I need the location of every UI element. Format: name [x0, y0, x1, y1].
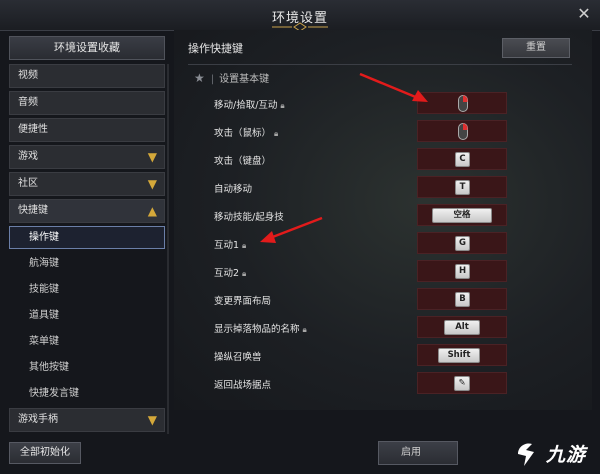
sidebar: 环境设置收藏 视频 音频 便捷性 游戏 ▼ 社区 ▼ 快捷键 ▲ 操作键 航海键 技能… — [9, 36, 169, 440]
keybind-row: 操纵召唤兽 Shift — [174, 344, 592, 368]
sidebar-item-label: 快捷键 — [18, 205, 48, 216]
sidebar-subitem-quick-chat-keys[interactable]: 快捷发言键 — [9, 382, 165, 405]
keybind-slot[interactable]: C — [417, 148, 507, 170]
keybind-slot[interactable]: T — [417, 176, 507, 198]
sidebar-item-game[interactable]: 游戏 ▼ — [9, 145, 165, 169]
keybind-row: 攻击（鼠标） 🔒︎ — [174, 120, 592, 144]
sidebar-item-community[interactable]: 社区 ▼ — [9, 172, 165, 196]
sidebar-item-label: 便捷性 — [18, 124, 48, 135]
keybind-row: 互动2 🔒︎ H — [174, 260, 592, 284]
close-button[interactable]: ✕ — [576, 6, 592, 22]
keybind-label: 显示掉落物品的名称 🔒︎ — [214, 324, 307, 335]
keybind-label: 攻击（鼠标） 🔒︎ — [214, 128, 279, 139]
chevron-up-icon: ▲ — [147, 204, 157, 218]
sidebar-item-audio[interactable]: 音频 — [9, 91, 165, 115]
sidebar-subitem-item-keys[interactable]: 道具键 — [9, 304, 165, 327]
chevron-down-icon: ▼ — [147, 177, 157, 191]
lock-icon: 🔒︎ — [242, 269, 247, 278]
chevron-down-icon: ▼ — [147, 413, 157, 427]
sidebar-item-hotkeys[interactable]: 快捷键 ▲ — [9, 199, 165, 223]
chevron-down-icon: ▼ — [147, 150, 157, 164]
section-title: 操作快捷键 — [188, 42, 243, 55]
sidebar-subitem-action-keys[interactable]: 操作键 — [9, 226, 165, 249]
keycap-b[interactable]: B — [455, 292, 470, 307]
reset-all-button[interactable]: 全部初始化 — [9, 442, 81, 464]
sidebar-item-label: 视频 — [18, 70, 38, 81]
keybind-row: 变更界面布局 B — [174, 288, 592, 312]
keybind-row: 互动1 🔒︎ G — [174, 232, 592, 256]
lock-icon: 🔒︎ — [302, 325, 307, 334]
sidebar-item-label: 社区 — [18, 178, 38, 189]
keybind-slot[interactable]: G — [417, 232, 507, 254]
keybind-label: 互动1 🔒︎ — [214, 240, 247, 251]
sidebar-menu: 视频 音频 便捷性 游戏 ▼ 社区 ▼ 快捷键 ▲ 操作键 航海键 技能键 道具键 菜… — [9, 64, 165, 435]
lock-icon: 🔒︎ — [274, 129, 279, 138]
subsection-title: 设置基本键 — [219, 74, 270, 85]
keycap-c[interactable]: C — [455, 152, 470, 167]
keybind-row: 攻击（键盘） C — [174, 148, 592, 172]
subsection-header: ★ | 设置基本键 — [194, 70, 269, 85]
title-bar: 环境设置 ✕ — [0, 0, 600, 32]
keybind-label: 互动2 🔒︎ — [214, 268, 247, 279]
sidebar-item-label: 游戏 — [18, 151, 38, 162]
sidebar-item-gamepad[interactable]: 游戏手柄 ▼ — [9, 408, 165, 432]
watermark-logo: 九游 — [512, 436, 596, 470]
sidebar-subitem-menu-keys[interactable]: 菜单键 — [9, 330, 165, 353]
keycap-shift[interactable]: Shift — [438, 348, 480, 363]
annotation-arrow-icon — [260, 216, 323, 243]
keybind-label: 变更界面布局 — [214, 296, 272, 307]
settings-panel: 操作快捷键 重置 ★ | 设置基本键 移动/拾取/互动 🔒︎ 攻击（鼠标） 🔒︎ 攻击（… — [174, 30, 592, 410]
keycap-space[interactable]: 空格 — [432, 208, 492, 223]
sidebar-item-convenience[interactable]: 便捷性 — [9, 118, 165, 142]
keycap-h[interactable]: H — [455, 264, 470, 279]
keybind-slot[interactable]: Alt — [417, 316, 507, 338]
keycap-alt[interactable]: Alt — [444, 320, 480, 335]
lock-icon: 🔒︎ — [242, 241, 247, 250]
watermark-icon — [518, 443, 534, 466]
keybind-row: 显示掉落物品的名称 🔒︎ Alt — [174, 316, 592, 340]
mouse-right-icon — [458, 95, 468, 112]
watermark-text: 九游 — [546, 444, 587, 466]
keybind-slot[interactable]: Shift — [417, 344, 507, 366]
sidebar-subitem-skill-keys[interactable]: 技能键 — [9, 278, 165, 301]
sidebar-subitem-other-keys[interactable]: 其他按键 — [9, 356, 165, 379]
keybind-slot[interactable]: ✎ — [417, 372, 507, 394]
keybind-label: 操纵召唤兽 — [214, 352, 262, 363]
sidebar-subitem-sailing-keys[interactable]: 航海键 — [9, 252, 165, 275]
keybind-slot[interactable]: H — [417, 260, 507, 282]
sidebar-item-video[interactable]: 视频 — [9, 64, 165, 88]
reset-button[interactable]: 重置 — [502, 38, 570, 58]
keycap-g[interactable]: G — [455, 236, 470, 251]
keybind-row: 返回战场据点 ✎ — [174, 372, 592, 396]
keybind-row: 自动移动 T — [174, 176, 592, 200]
sidebar-favorites-header[interactable]: 环境设置收藏 — [9, 36, 165, 60]
separator: | — [210, 74, 215, 85]
close-icon: ✕ — [577, 4, 591, 23]
sidebar-item-label: 音频 — [18, 97, 38, 108]
star-icon[interactable]: ★ — [194, 71, 205, 85]
lock-icon: 🔒︎ — [280, 101, 285, 110]
sidebar-item-label: 游戏手柄 — [18, 414, 58, 425]
pencil-icon[interactable]: ✎ — [454, 376, 470, 391]
annotation-arrow-icon — [359, 72, 428, 102]
keybind-label: 自动移动 — [214, 184, 253, 195]
keybind-label: 攻击（键盘） — [214, 156, 272, 167]
keybind-row: 移动技能/起身技 空格 — [174, 204, 592, 228]
keycap-t[interactable]: T — [455, 180, 470, 195]
mouse-right-icon — [458, 123, 468, 140]
keybind-label: 移动/拾取/互动 🔒︎ — [214, 100, 285, 111]
apply-button[interactable]: 启用 — [378, 441, 458, 465]
keybind-slot[interactable]: 空格 — [417, 204, 507, 226]
section-divider — [188, 64, 572, 65]
sidebar-scrollbar[interactable] — [167, 64, 169, 434]
keybind-label: 返回战场据点 — [214, 380, 272, 391]
keybind-slot[interactable] — [417, 120, 507, 142]
keybind-slot[interactable]: B — [417, 288, 507, 310]
